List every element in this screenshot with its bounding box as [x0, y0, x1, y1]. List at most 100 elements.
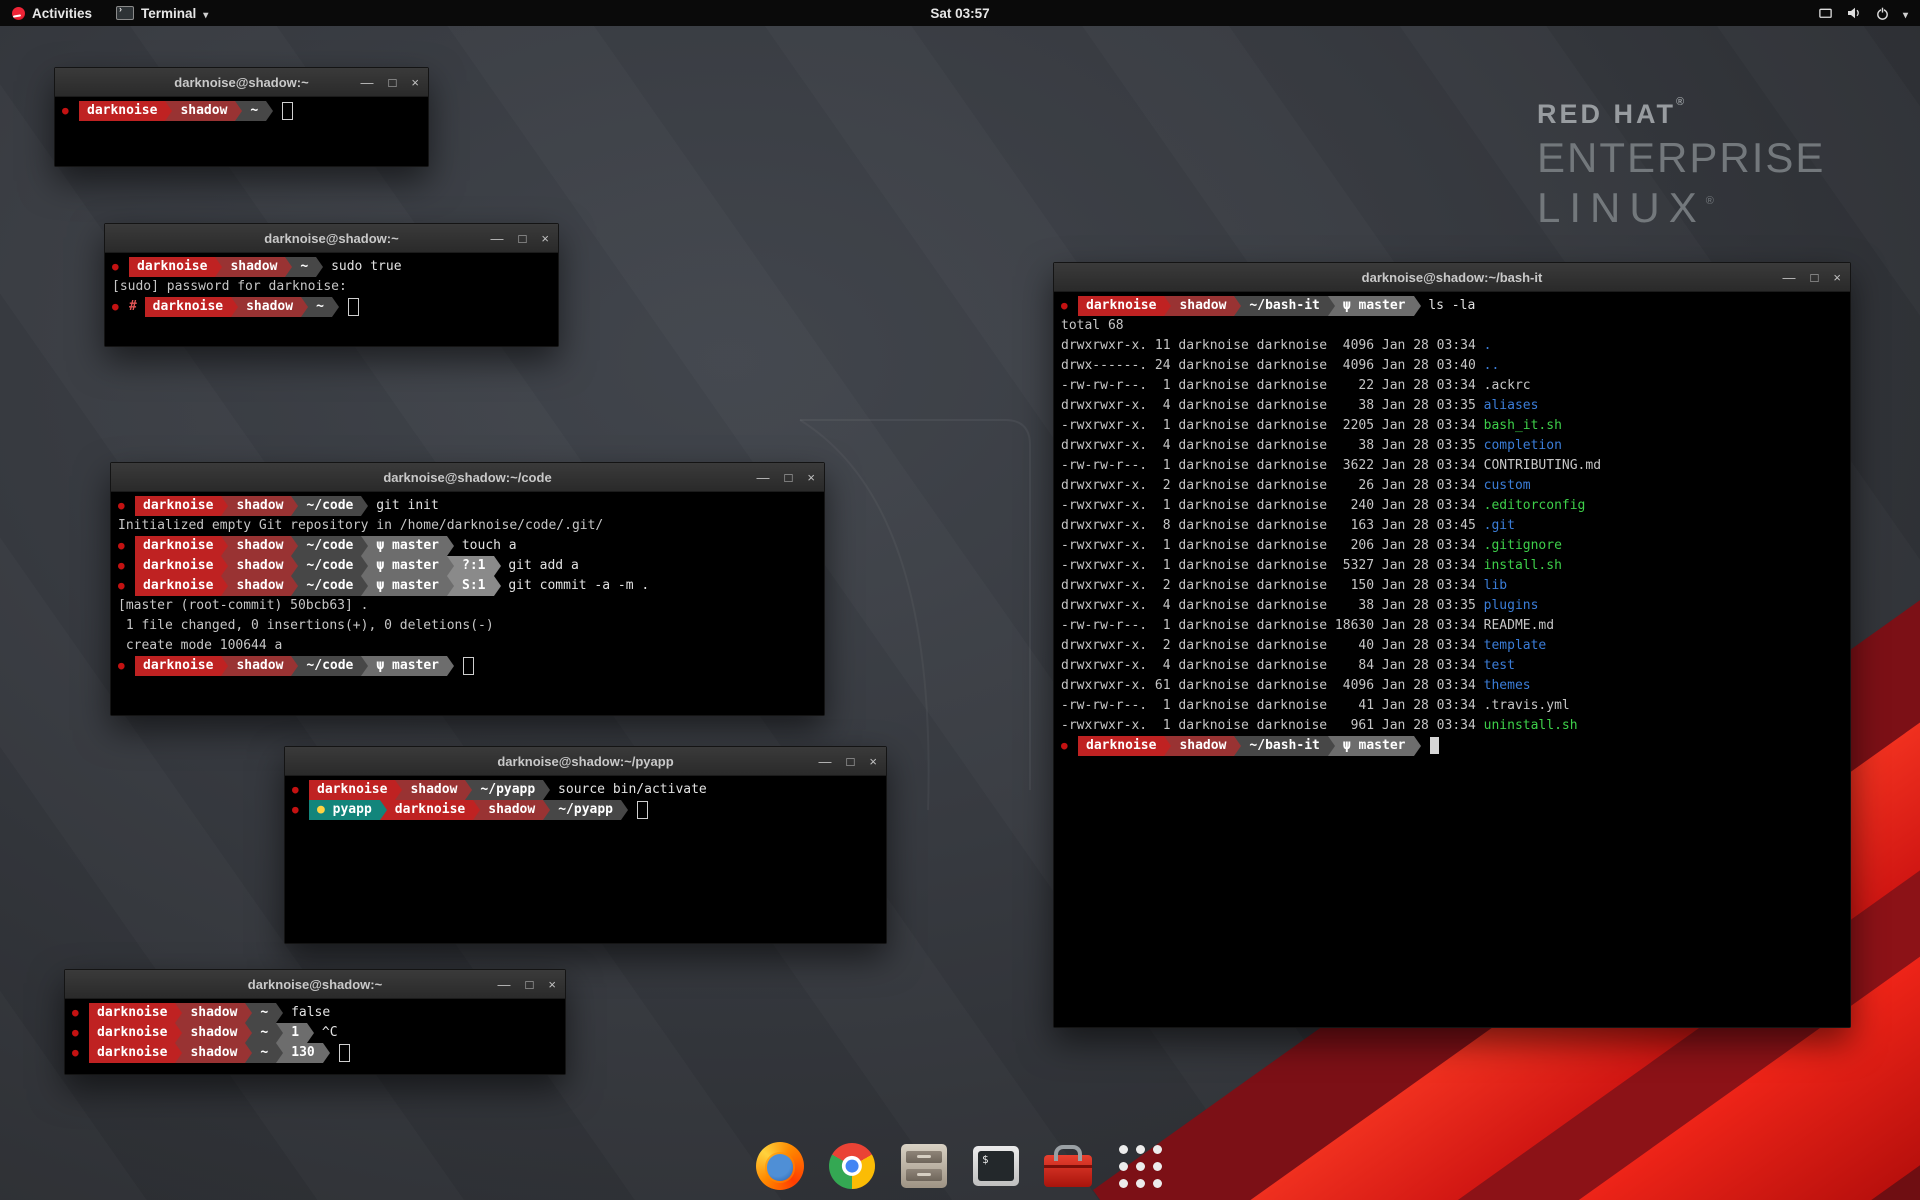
power-icon[interactable] [1875, 6, 1890, 21]
prompt-segment-path: ~ [252, 1043, 276, 1063]
terminal-cursor [348, 298, 359, 316]
minimize-button[interactable]: — [819, 755, 832, 768]
terminal-line: darknoiseshadow~/pyapp source bin/activa… [292, 780, 879, 800]
minimize-button[interactable]: — [361, 76, 374, 89]
window-titlebar[interactable]: darknoise@shadow:~ — □ × [65, 970, 565, 999]
maximize-button[interactable]: □ [526, 978, 534, 991]
files-icon [901, 1144, 947, 1188]
command-text: ^C [314, 1025, 337, 1040]
window-titlebar[interactable]: darknoise@shadow:~ — □ × [55, 68, 428, 97]
minimize-button[interactable]: — [491, 232, 504, 245]
close-button[interactable]: × [411, 76, 419, 89]
minimize-button[interactable]: — [757, 471, 770, 484]
terminal-content[interactable]: darknoiseshadow~ falsedarknoiseshadow~1 … [65, 999, 565, 1074]
terminal-cursor [1430, 737, 1439, 754]
activities-label: Activities [32, 6, 92, 21]
window-titlebar[interactable]: darknoise@shadow:~/pyapp — □ × [285, 747, 886, 776]
maximize-button[interactable]: □ [785, 471, 793, 484]
close-button[interactable]: × [548, 978, 556, 991]
terminal-content[interactable]: darknoiseshadow~/pyapp source bin/activa… [285, 776, 886, 943]
terminal-line: darknoiseshadow~/code git init [118, 496, 817, 516]
dock-item-firefox[interactable] [752, 1138, 808, 1194]
branding-line1: RED HAT [1537, 99, 1676, 129]
prompt-segment-host: shadow [172, 101, 235, 121]
prompt-segment-path: ~/code [298, 556, 361, 576]
volume-icon[interactable] [1846, 5, 1862, 21]
system-status-area[interactable] [1806, 0, 1920, 26]
powerline-separator [1234, 296, 1241, 316]
prompt-segment-user: darknoise [135, 556, 221, 576]
close-button[interactable]: × [807, 471, 815, 484]
maximize-button[interactable]: □ [847, 755, 855, 768]
close-button[interactable]: × [1833, 271, 1841, 284]
prompt-segment-path: ~ [292, 257, 316, 277]
terminal-window[interactable]: darknoise@shadow:~ — □ × darknoiseshadow… [104, 223, 559, 347]
activities-button[interactable]: Activities [0, 0, 104, 26]
display-icon[interactable] [1818, 6, 1833, 21]
prompt-segment-host: shadow [238, 297, 301, 317]
terminal-line: drwxrwxr-x. 11 darknoise darknoise 4096 … [1061, 336, 1843, 356]
terminal-text: drwxrwxr-x. 2 darknoise darknoise 26 Jan… [1061, 478, 1484, 493]
prompt-segment-path: ~/bash-it [1241, 296, 1327, 316]
window-title: darknoise@shadow:~/pyapp [497, 754, 673, 769]
close-button[interactable]: × [541, 232, 549, 245]
powerline-separator [221, 496, 228, 516]
maximize-button[interactable]: □ [389, 76, 397, 89]
window-titlebar[interactable]: darknoise@shadow:~ — □ × [105, 224, 558, 253]
terminal-text: CONTRIBUTING.md [1484, 458, 1601, 473]
powerline-separator [1234, 736, 1241, 756]
dock-item-app-grid[interactable] [1112, 1138, 1168, 1194]
terminal-window[interactable]: darknoise@shadow:~/pyapp — □ × darknoise… [284, 746, 887, 944]
redhat-logo-icon [12, 7, 25, 20]
redhat-prompt-icon [118, 556, 135, 576]
maximize-button[interactable]: □ [519, 232, 527, 245]
minimize-button[interactable]: — [498, 978, 511, 991]
dock-item-terminal[interactable] [968, 1138, 1024, 1194]
prompt-segment-gitstat: ?:1 [454, 556, 493, 576]
root-indicator: # [129, 299, 145, 314]
prompt-segment-host: shadow [228, 656, 291, 676]
dock-item-files[interactable] [896, 1138, 952, 1194]
app-menu[interactable]: Terminal [104, 0, 220, 26]
maximize-button[interactable]: □ [1811, 271, 1819, 284]
dock-item-toolbox[interactable] [1040, 1138, 1096, 1194]
prompt-segment-err: 1 [283, 1023, 307, 1043]
window-titlebar[interactable]: darknoise@shadow:~/code — □ × [111, 463, 824, 492]
terminal-window[interactable]: darknoise@shadow:~/bash-it — □ × darknoi… [1053, 262, 1851, 1028]
prompt-segment-git: ψ master [368, 576, 447, 596]
terminal-cursor [339, 1044, 350, 1062]
prompt-segment-user: darknoise [89, 1023, 175, 1043]
close-button[interactable]: × [869, 755, 877, 768]
minimize-button[interactable]: — [1783, 271, 1796, 284]
powerline-separator [447, 576, 454, 596]
prompt-segment-host: shadow [1171, 296, 1234, 316]
chevron-down-icon[interactable] [1903, 6, 1908, 21]
terminal-text: -rw-rw-r--. 1 darknoise darknoise 3622 J… [1061, 458, 1484, 473]
terminal-line: darknoiseshadow~ false [72, 1003, 558, 1023]
chevron-down-icon [203, 6, 208, 21]
terminal-window[interactable]: darknoise@shadow:~/code — □ × darknoises… [110, 462, 825, 716]
prompt-segment-git: ψ master [368, 656, 447, 676]
redhat-prompt-icon [292, 780, 309, 800]
registered-mark: ® [1706, 195, 1723, 207]
terminal-line: 1 file changed, 0 insertions(+), 0 delet… [118, 616, 817, 636]
powerline-separator [1328, 296, 1335, 316]
terminal-content[interactable]: darknoiseshadow~ [55, 97, 428, 166]
redhat-prompt-icon [118, 496, 135, 516]
terminal-line: darknoiseshadow~/codeψ master [118, 656, 817, 676]
command-text: git add a [501, 558, 579, 573]
dock-item-chrome[interactable] [824, 1138, 880, 1194]
terminal-window[interactable]: darknoise@shadow:~ — □ × darknoiseshadow… [54, 67, 429, 167]
prompt-segment-path: ~/code [298, 576, 361, 596]
window-titlebar[interactable]: darknoise@shadow:~/bash-it — □ × [1054, 263, 1850, 292]
powerline-separator [175, 1043, 182, 1063]
terminal-text: lib [1484, 578, 1507, 593]
powerline-separator [245, 1023, 252, 1043]
terminal-window[interactable]: darknoise@shadow:~ — □ × darknoiseshadow… [64, 969, 566, 1075]
terminal-text: plugins [1484, 598, 1539, 613]
terminal-content[interactable]: darknoiseshadow~ sudo true[sudo] passwor… [105, 253, 558, 346]
clock[interactable]: Sat 03:57 [920, 0, 999, 26]
terminal-content[interactable]: darknoiseshadow~/code git initInitialize… [111, 492, 824, 715]
redhat-prompt-icon [1061, 296, 1078, 316]
terminal-content[interactable]: darknoiseshadow~/bash-itψ master ls -lat… [1054, 292, 1850, 1027]
